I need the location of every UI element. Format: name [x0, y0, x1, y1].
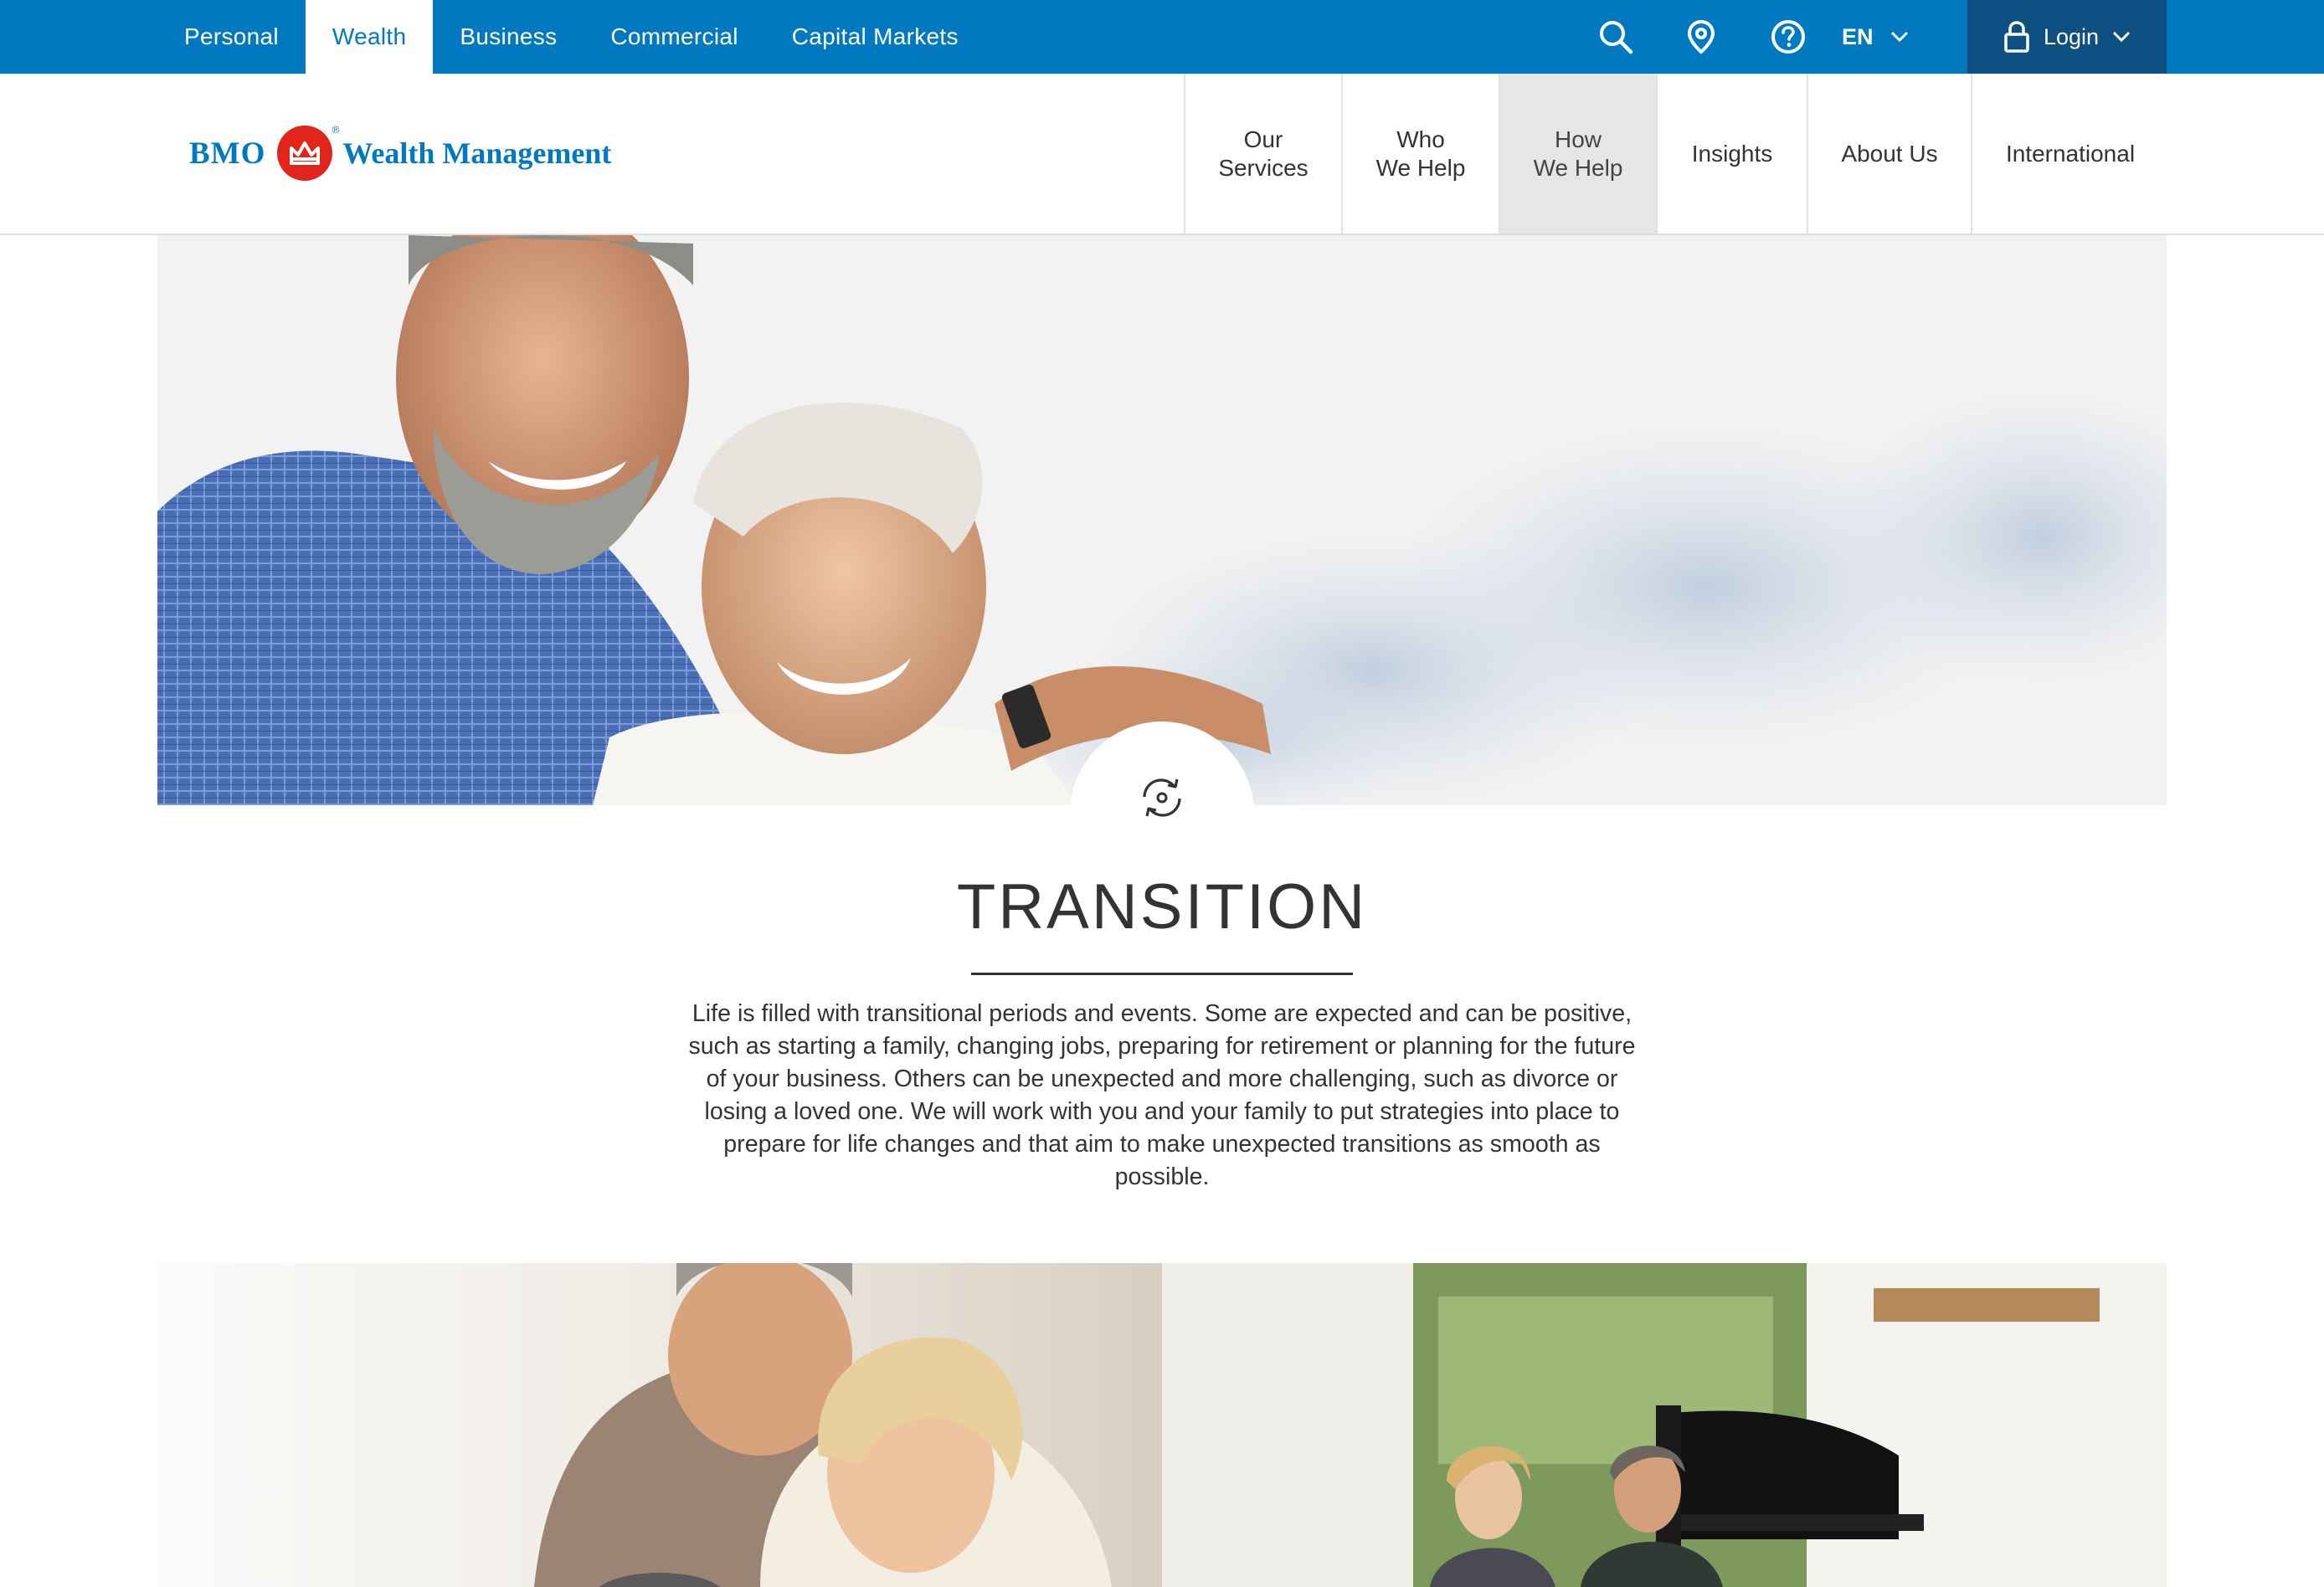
- title-divider: [971, 973, 1353, 975]
- segment-tab-capital-markets[interactable]: Capital Markets: [765, 0, 985, 74]
- feature-image-couple-piano[interactable]: [1162, 1263, 2167, 1587]
- segment-tab-personal[interactable]: Personal: [157, 0, 306, 74]
- nav-about-us[interactable]: About Us: [1807, 74, 1971, 234]
- site-header: BMO ® Wealth Management Our Services Who W…: [0, 74, 2324, 235]
- page-title: TRANSITION: [956, 871, 1368, 942]
- segment-nav: Personal Wealth Business Commercial Capi…: [157, 0, 985, 74]
- search-button[interactable]: [1596, 0, 1636, 74]
- nav-label-line2: Services: [1218, 154, 1309, 181]
- nav-who-we-help[interactable]: Who We Help: [1341, 74, 1499, 234]
- help-icon: [1771, 20, 1805, 54]
- login-label: Login: [2043, 23, 2100, 49]
- location-pin-icon: [1687, 19, 1715, 54]
- hero-photo-illustration: [157, 235, 2167, 805]
- nav-insights[interactable]: Insights: [1656, 74, 1807, 234]
- segment-tab-wealth[interactable]: Wealth: [305, 0, 434, 74]
- nav-label-line1: How: [1554, 126, 1602, 152]
- bmo-wealth-management-logo[interactable]: BMO ® Wealth Management: [189, 124, 611, 182]
- nav-label-line2: We Help: [1533, 154, 1623, 181]
- intro-paragraph: Life is filled with transitional periods…: [688, 1000, 1636, 1190]
- segment-tab-commercial[interactable]: Commercial: [584, 0, 764, 74]
- nav-how-we-help[interactable]: How We Help: [1499, 74, 1656, 234]
- login-button[interactable]: Login: [1967, 0, 2167, 74]
- nav-label-line1: Who: [1396, 126, 1445, 152]
- nav-label: Insights: [1691, 140, 1773, 167]
- feature-image-couple-laptop[interactable]: [157, 1263, 1162, 1587]
- nav-our-services[interactable]: Our Services: [1184, 74, 1341, 234]
- chevron-down-icon: [2112, 31, 2131, 43]
- feature-photo-illustration: [157, 1263, 1162, 1587]
- hero-image-couple: [157, 235, 2167, 805]
- top-utility-bar: Personal Wealth Business Commercial Capi…: [0, 0, 2324, 74]
- transition-cycle-icon: [1143, 778, 1181, 817]
- nav-label-line2: We Help: [1375, 154, 1466, 181]
- lock-icon: [2004, 21, 2029, 53]
- help-button[interactable]: [1770, 0, 1807, 74]
- nav-label: International: [2005, 140, 2136, 167]
- main-nav: Our Services Who We Help How We Help Insigh…: [1184, 74, 2168, 234]
- nav-label: About Us: [1841, 140, 1938, 167]
- language-label: EN: [1842, 23, 1874, 49]
- registered-mark: ®: [332, 124, 340, 136]
- chevron-down-icon: [1890, 31, 1908, 43]
- nav-international[interactable]: International: [1971, 74, 2168, 234]
- locations-button[interactable]: [1684, 0, 1718, 74]
- logo-wealth-management-text: Wealth Management: [342, 136, 612, 170]
- bmo-roundel-icon: ®: [277, 124, 339, 181]
- segment-tab-business[interactable]: Business: [433, 0, 584, 74]
- nav-label-line1: Our: [1243, 126, 1283, 152]
- feature-photo-illustration: [1162, 1263, 2167, 1587]
- language-selector[interactable]: EN: [1842, 0, 1909, 74]
- search-icon: [1600, 21, 1633, 54]
- logo-bmo-text: BMO: [189, 136, 266, 171]
